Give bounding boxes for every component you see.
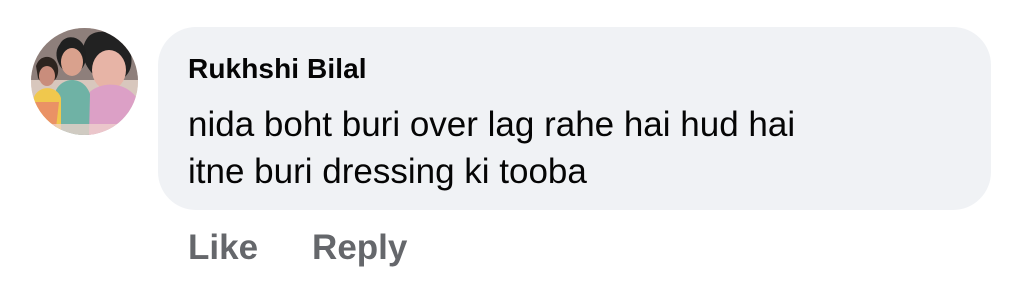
profile-photo-icon <box>31 28 138 135</box>
reply-button[interactable]: Reply <box>312 228 407 268</box>
comment-text-line: itne buri dressing ki tooba <box>188 152 587 191</box>
comment-text: nida boht buri over lag rahe hai hud hai… <box>188 101 968 195</box>
comment-text-line: nida boht buri over lag rahe hai hud hai <box>188 105 796 144</box>
comment: Rukhshi Bilal nida boht buri over lag ra… <box>0 0 1024 295</box>
comment-actions: Like Reply <box>188 228 407 268</box>
avatar[interactable] <box>31 28 138 135</box>
comment-author[interactable]: Rukhshi Bilal <box>188 53 367 85</box>
like-button[interactable]: Like <box>188 228 258 268</box>
comment-bubble: Rukhshi Bilal nida boht buri over lag ra… <box>158 27 991 210</box>
